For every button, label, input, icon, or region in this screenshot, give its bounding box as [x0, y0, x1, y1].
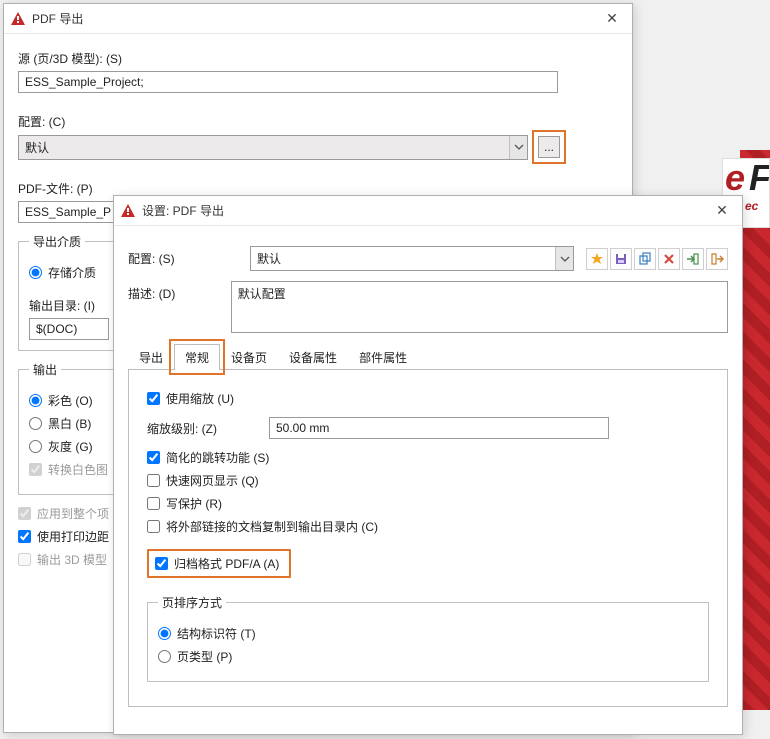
pdfa-label: 归档格式 PDF/A (A) [174, 555, 279, 572]
chevron-down-icon[interactable] [555, 247, 573, 270]
page-sort-group: 页排序方式 结构标识符 (T) 页类型 (P) [147, 594, 709, 682]
close-button[interactable]: ✕ [592, 4, 632, 34]
simplified-jump-check[interactable]: 简化的跳转功能 (S) [147, 449, 709, 466]
use-print-margin-label: 使用打印边距 [37, 528, 109, 545]
output-legend: 输出 [29, 361, 61, 378]
tab-device-attr[interactable]: 设备属性 [278, 344, 348, 370]
export-media-legend: 导出介质 [29, 233, 85, 250]
source-input[interactable] [18, 71, 558, 93]
config-label: 配置: (C) [18, 113, 618, 130]
background-decor [740, 150, 770, 710]
write-protect-check[interactable]: 写保护 (R) [147, 495, 709, 512]
output-3d-label: 输出 3D 模型 [37, 551, 107, 568]
export-icon[interactable] [706, 248, 728, 270]
tab-part-attr[interactable]: 部件属性 [348, 344, 418, 370]
app-icon [10, 11, 26, 27]
window-title: PDF 导出 [32, 10, 83, 27]
settings-titlebar: 设置: PDF 导出 ✕ [114, 196, 742, 226]
config-dropdown[interactable]: 默认 [18, 135, 528, 160]
use-zoom-label: 使用缩放 (U) [166, 390, 234, 407]
settings-desc-textarea[interactable] [231, 281, 728, 333]
convert-white-label: 转换白色图 [48, 461, 108, 478]
copy-ext-docs-label: 将外部链接的文档复制到输出目录内 (C) [166, 518, 378, 535]
page-sort-legend: 页排序方式 [158, 594, 226, 611]
fast-web-label: 快速网页显示 (Q) [166, 472, 259, 489]
copy-ext-docs-check[interactable]: 将外部链接的文档复制到输出目录内 (C) [147, 518, 709, 535]
gray-label: 灰度 (G) [48, 438, 93, 455]
pdfa-check[interactable]: 归档格式 PDF/A (A) [155, 555, 279, 572]
settings-desc-label: 描述: (D) [128, 281, 219, 302]
simplified-jump-label: 简化的跳转功能 (S) [166, 449, 269, 466]
use-zoom-check[interactable]: 使用缩放 (U) [147, 390, 709, 407]
sort-struct-radio[interactable]: 结构标识符 (T) [158, 625, 698, 642]
color-label: 彩色 (O) [48, 392, 93, 409]
bw-label: 黑白 (B) [48, 415, 91, 432]
pdfa-highlight: 归档格式 PDF/A (A) [147, 549, 291, 578]
settings-close-button[interactable]: ✕ [702, 196, 742, 226]
settings-toolbar [586, 248, 728, 270]
copy-icon[interactable] [634, 248, 656, 270]
app-icon [120, 203, 136, 219]
chevron-down-icon[interactable] [509, 136, 527, 159]
zoom-level-label: 缩放级别: (Z) [147, 420, 257, 437]
settings-window-title: 设置: PDF 导出 [142, 202, 224, 219]
config-value: 默认 [19, 136, 509, 159]
sort-pagetype-radio[interactable]: 页类型 (P) [158, 648, 698, 665]
delete-icon[interactable] [658, 248, 680, 270]
apply-whole-label: 应用到整个项 [37, 505, 109, 522]
titlebar: PDF 导出 ✕ [4, 4, 632, 34]
pdf-file-input[interactable] [18, 201, 128, 223]
tab-general-body: 使用缩放 (U) 缩放级别: (Z) 简化的跳转功能 (S) 快速网页显示 (Q… [128, 370, 728, 707]
source-label: 源 (页/3D 模型): (S) [18, 50, 618, 67]
zoom-level-input[interactable] [269, 417, 609, 439]
settings-config-label: 配置: (S) [128, 250, 238, 267]
tab-export[interactable]: 导出 [128, 344, 174, 370]
output-dir-input[interactable] [29, 318, 109, 340]
fast-web-check[interactable]: 快速网页显示 (Q) [147, 472, 709, 489]
config-browse-button[interactable]: ... [538, 136, 560, 158]
settings-config-value: 默认 [251, 247, 555, 270]
pdf-export-settings-dialog: 设置: PDF 导出 ✕ 配置: (S) 默认 描述: (D) [113, 195, 743, 735]
settings-config-dropdown[interactable]: 默认 [250, 246, 574, 271]
sort-pagetype-label: 页类型 (P) [177, 648, 232, 665]
sort-struct-label: 结构标识符 (T) [177, 625, 256, 642]
storage-media-label: 存储介质 [48, 264, 96, 281]
tab-general[interactable]: 常规 [174, 344, 220, 370]
settings-content: 配置: (S) 默认 描述: (D) 导出 常规 设备页 [114, 226, 742, 717]
settings-tabs: 导出 常规 设备页 设备属性 部件属性 [128, 343, 728, 370]
tab-device-page[interactable]: 设备页 [220, 344, 278, 370]
save-icon[interactable] [610, 248, 632, 270]
new-icon[interactable] [586, 248, 608, 270]
import-icon[interactable] [682, 248, 704, 270]
write-protect-label: 写保护 (R) [166, 495, 222, 512]
